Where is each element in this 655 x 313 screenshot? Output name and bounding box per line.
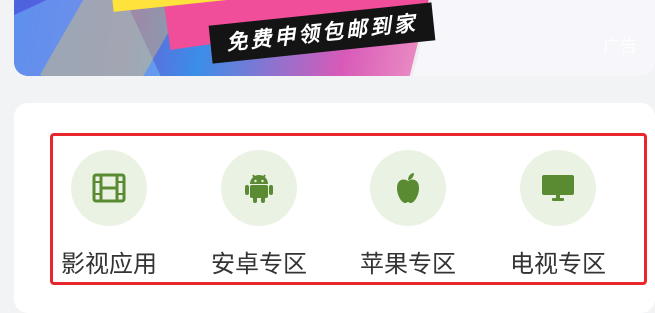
category-item-movie-apps[interactable]: 影视应用 (34, 150, 184, 280)
ad-label: 广告 (603, 37, 637, 57)
tv-icon (520, 150, 596, 226)
category-item-android[interactable]: 安卓专区 (184, 150, 334, 280)
category-label: 安卓专区 (211, 250, 307, 278)
category-label: 电视专区 (510, 250, 606, 278)
category-item-apple[interactable]: 苹果专区 (333, 150, 483, 280)
film-icon (71, 150, 147, 226)
category-item-tv[interactable]: 电视专区 (483, 150, 633, 280)
category-label: 影视应用 (61, 250, 157, 278)
category-label: 苹果专区 (360, 250, 456, 278)
android-icon (221, 150, 297, 226)
apple-icon (370, 150, 446, 226)
promo-banner[interactable]: 免费申领包邮到家 广告 (14, 0, 655, 76)
